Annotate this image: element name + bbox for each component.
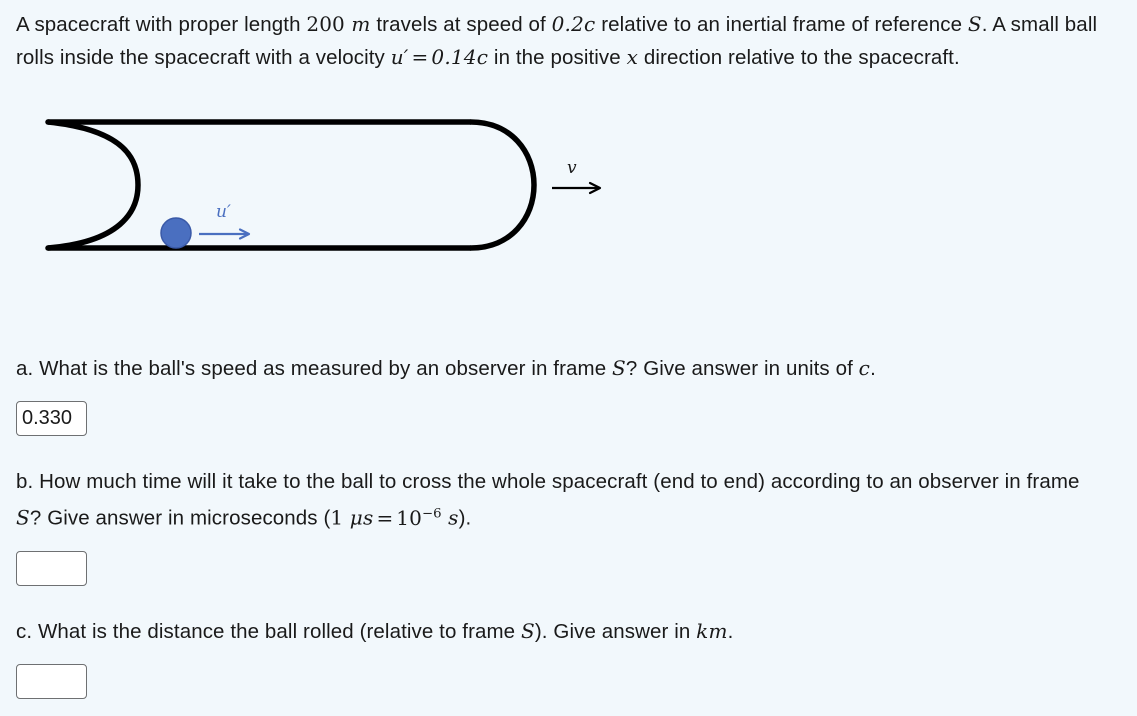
craft-speed-value: 0.2c <box>551 12 596 36</box>
microsecond-equals: = <box>376 505 394 530</box>
question-a-text: a. What is the ball's speed as measured … <box>16 352 876 385</box>
proper-length-unit: m <box>351 12 371 36</box>
ball-velocity-symbol: u′ <box>390 45 409 69</box>
question-c-prefix: c. <box>16 620 38 643</box>
question-a: a. What is the ball's speed as measured … <box>16 352 876 436</box>
spacecraft-figure: u′ v <box>16 100 636 280</box>
problem-statement: A spacecraft with proper length 200 m tr… <box>16 8 1121 74</box>
answer-input-b[interactable] <box>16 550 87 586</box>
microsecond-base: 10−6 <box>396 505 442 530</box>
ball-velocity-value: 0.14c <box>431 45 489 69</box>
question-c-frame-symbol: S <box>520 619 535 643</box>
question-c: c. What is the distance the ball rolled … <box>16 615 733 699</box>
microsecond-one: 1 <box>330 505 344 530</box>
question-a-text-1: What is the ball's speed as measured by … <box>39 357 612 380</box>
question-a-frame-symbol: S <box>612 356 626 380</box>
question-a-text-3: . <box>870 357 876 380</box>
proper-length-value: 200 <box>306 12 345 36</box>
question-b-prefix: b. <box>16 470 40 493</box>
problem-text-2: travels at speed of <box>370 13 552 36</box>
question-b: b. How much time will it take to the bal… <box>16 466 1106 586</box>
equals-sign: = <box>411 45 429 69</box>
answer-input-a[interactable] <box>16 401 87 436</box>
question-a-prefix: a. <box>16 357 40 380</box>
spacecraft-body <box>45 119 537 251</box>
question-b-text-1: How much time will it take to the ball t… <box>39 470 1080 493</box>
ball-velocity-arrow <box>199 228 251 240</box>
ball-velocity-arrow-label: u′ <box>216 202 231 222</box>
question-b-text-2: ? Give answer in microseconds ( <box>29 506 331 530</box>
problem-text-1: A spacecraft with proper length <box>16 13 307 36</box>
question-b-frame-symbol: S <box>16 505 30 530</box>
question-c-text-1: What is the distance the ball rolled (re… <box>37 620 521 643</box>
axis-symbol: x <box>626 45 639 69</box>
answer-input-c[interactable] <box>16 664 87 699</box>
problem-text-3: relative to an inertial frame of referen… <box>595 13 968 36</box>
question-c-text-2: ). Give answer in <box>534 620 697 643</box>
question-c-text-3: . <box>727 620 734 643</box>
microsecond-exponent: −6 <box>421 506 442 521</box>
craft-velocity-arrow <box>552 181 602 195</box>
problem-text-6: direction relative to the spacecraft. <box>638 46 960 69</box>
question-c-text: c. What is the distance the ball rolled … <box>16 615 733 648</box>
problem-text-5: in the positive <box>488 46 627 69</box>
question-c-unit-symbol: km <box>696 619 728 643</box>
question-a-text-2: ? Give answer in units of <box>625 357 859 380</box>
microsecond-unit: μs <box>349 505 374 530</box>
problem-page: A spacecraft with proper length 200 m tr… <box>0 0 1137 716</box>
question-b-text-3: ). <box>458 506 472 530</box>
craft-velocity-arrow-label: v <box>567 158 577 178</box>
frame-symbol: S <box>967 12 982 36</box>
ball <box>160 217 192 249</box>
question-b-text: b. How much time will it take to the bal… <box>16 466 1106 535</box>
microsecond-second-unit: s <box>448 505 459 530</box>
question-a-unit-symbol: c <box>858 356 871 380</box>
